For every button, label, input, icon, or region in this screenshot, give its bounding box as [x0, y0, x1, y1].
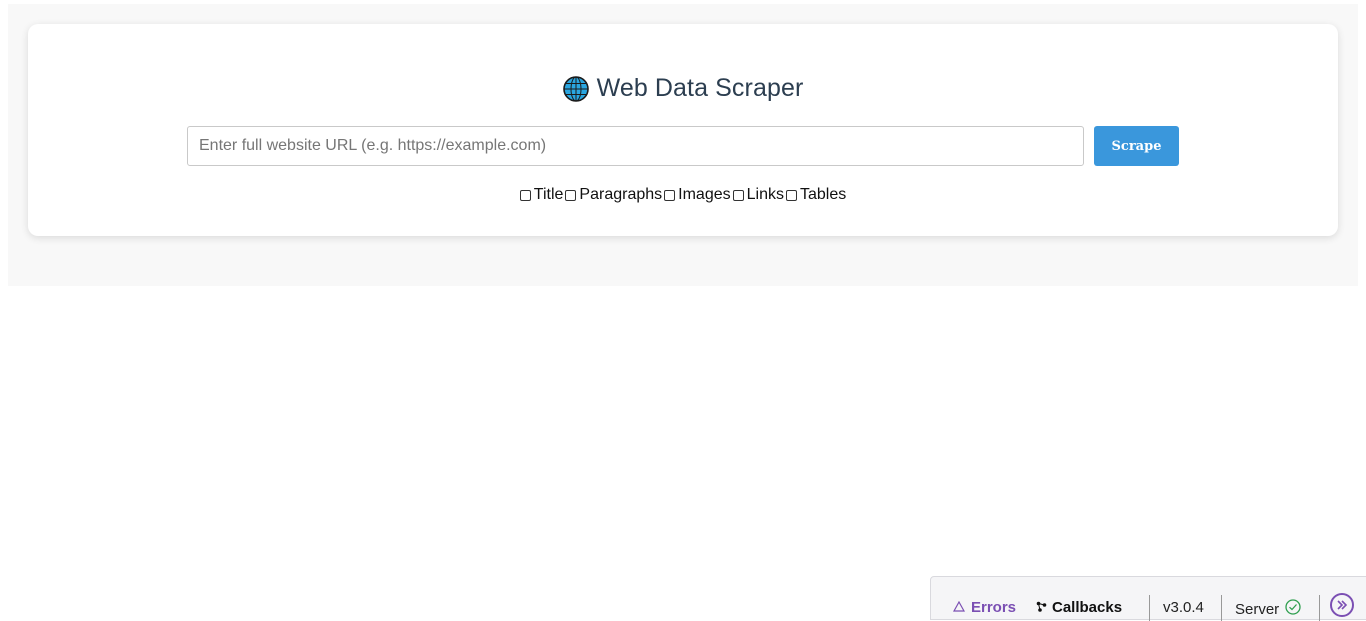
divider	[1221, 595, 1222, 621]
option-paragraphs[interactable]: Paragraphs	[565, 186, 662, 204]
dev-tools-bar: Errors Callbacks v3.0.4 Server	[930, 576, 1366, 621]
version-label: v3.0.4	[1163, 599, 1204, 616]
expand-devtools-button[interactable]	[1330, 593, 1354, 617]
server-status: Server	[1235, 599, 1301, 619]
double-chevron-right-icon	[1337, 600, 1348, 610]
option-tables-label: Tables	[799, 186, 847, 203]
title-checkbox[interactable]	[519, 189, 531, 201]
warning-icon	[952, 599, 966, 616]
options-group: Title Paragraphs Images Links Tables	[0, 186, 1366, 204]
divider	[1319, 595, 1320, 621]
divider	[1149, 595, 1150, 621]
option-links-label: Links	[746, 186, 784, 203]
scrape-button[interactable]: Scrape	[1094, 126, 1179, 166]
option-title-label: Title	[533, 186, 564, 203]
option-images-label: Images	[678, 186, 731, 203]
title-row: Web Data Scraper	[0, 74, 1366, 103]
callbacks-label: Callbacks	[1052, 599, 1123, 616]
globe-icon	[562, 75, 589, 102]
option-links[interactable]: Links	[732, 186, 784, 204]
server-label: Server	[1235, 600, 1280, 618]
option-title[interactable]: Title	[519, 186, 564, 204]
callback-graph-icon	[1036, 599, 1047, 616]
url-input[interactable]	[187, 126, 1084, 166]
images-checkbox[interactable]	[664, 189, 676, 201]
paragraphs-checkbox[interactable]	[565, 189, 577, 201]
option-paragraphs-label: Paragraphs	[579, 186, 663, 203]
option-tables[interactable]: Tables	[785, 186, 847, 204]
errors-label: Errors	[971, 599, 1017, 616]
check-circle-icon	[1285, 599, 1301, 619]
page-title: Web Data Scraper	[596, 74, 804, 102]
links-checkbox[interactable]	[732, 189, 744, 201]
option-images[interactable]: Images	[664, 186, 731, 204]
tables-checkbox[interactable]	[785, 189, 797, 201]
callbacks-button[interactable]: Callbacks	[1036, 599, 1122, 616]
errors-button[interactable]: Errors	[952, 599, 1017, 616]
